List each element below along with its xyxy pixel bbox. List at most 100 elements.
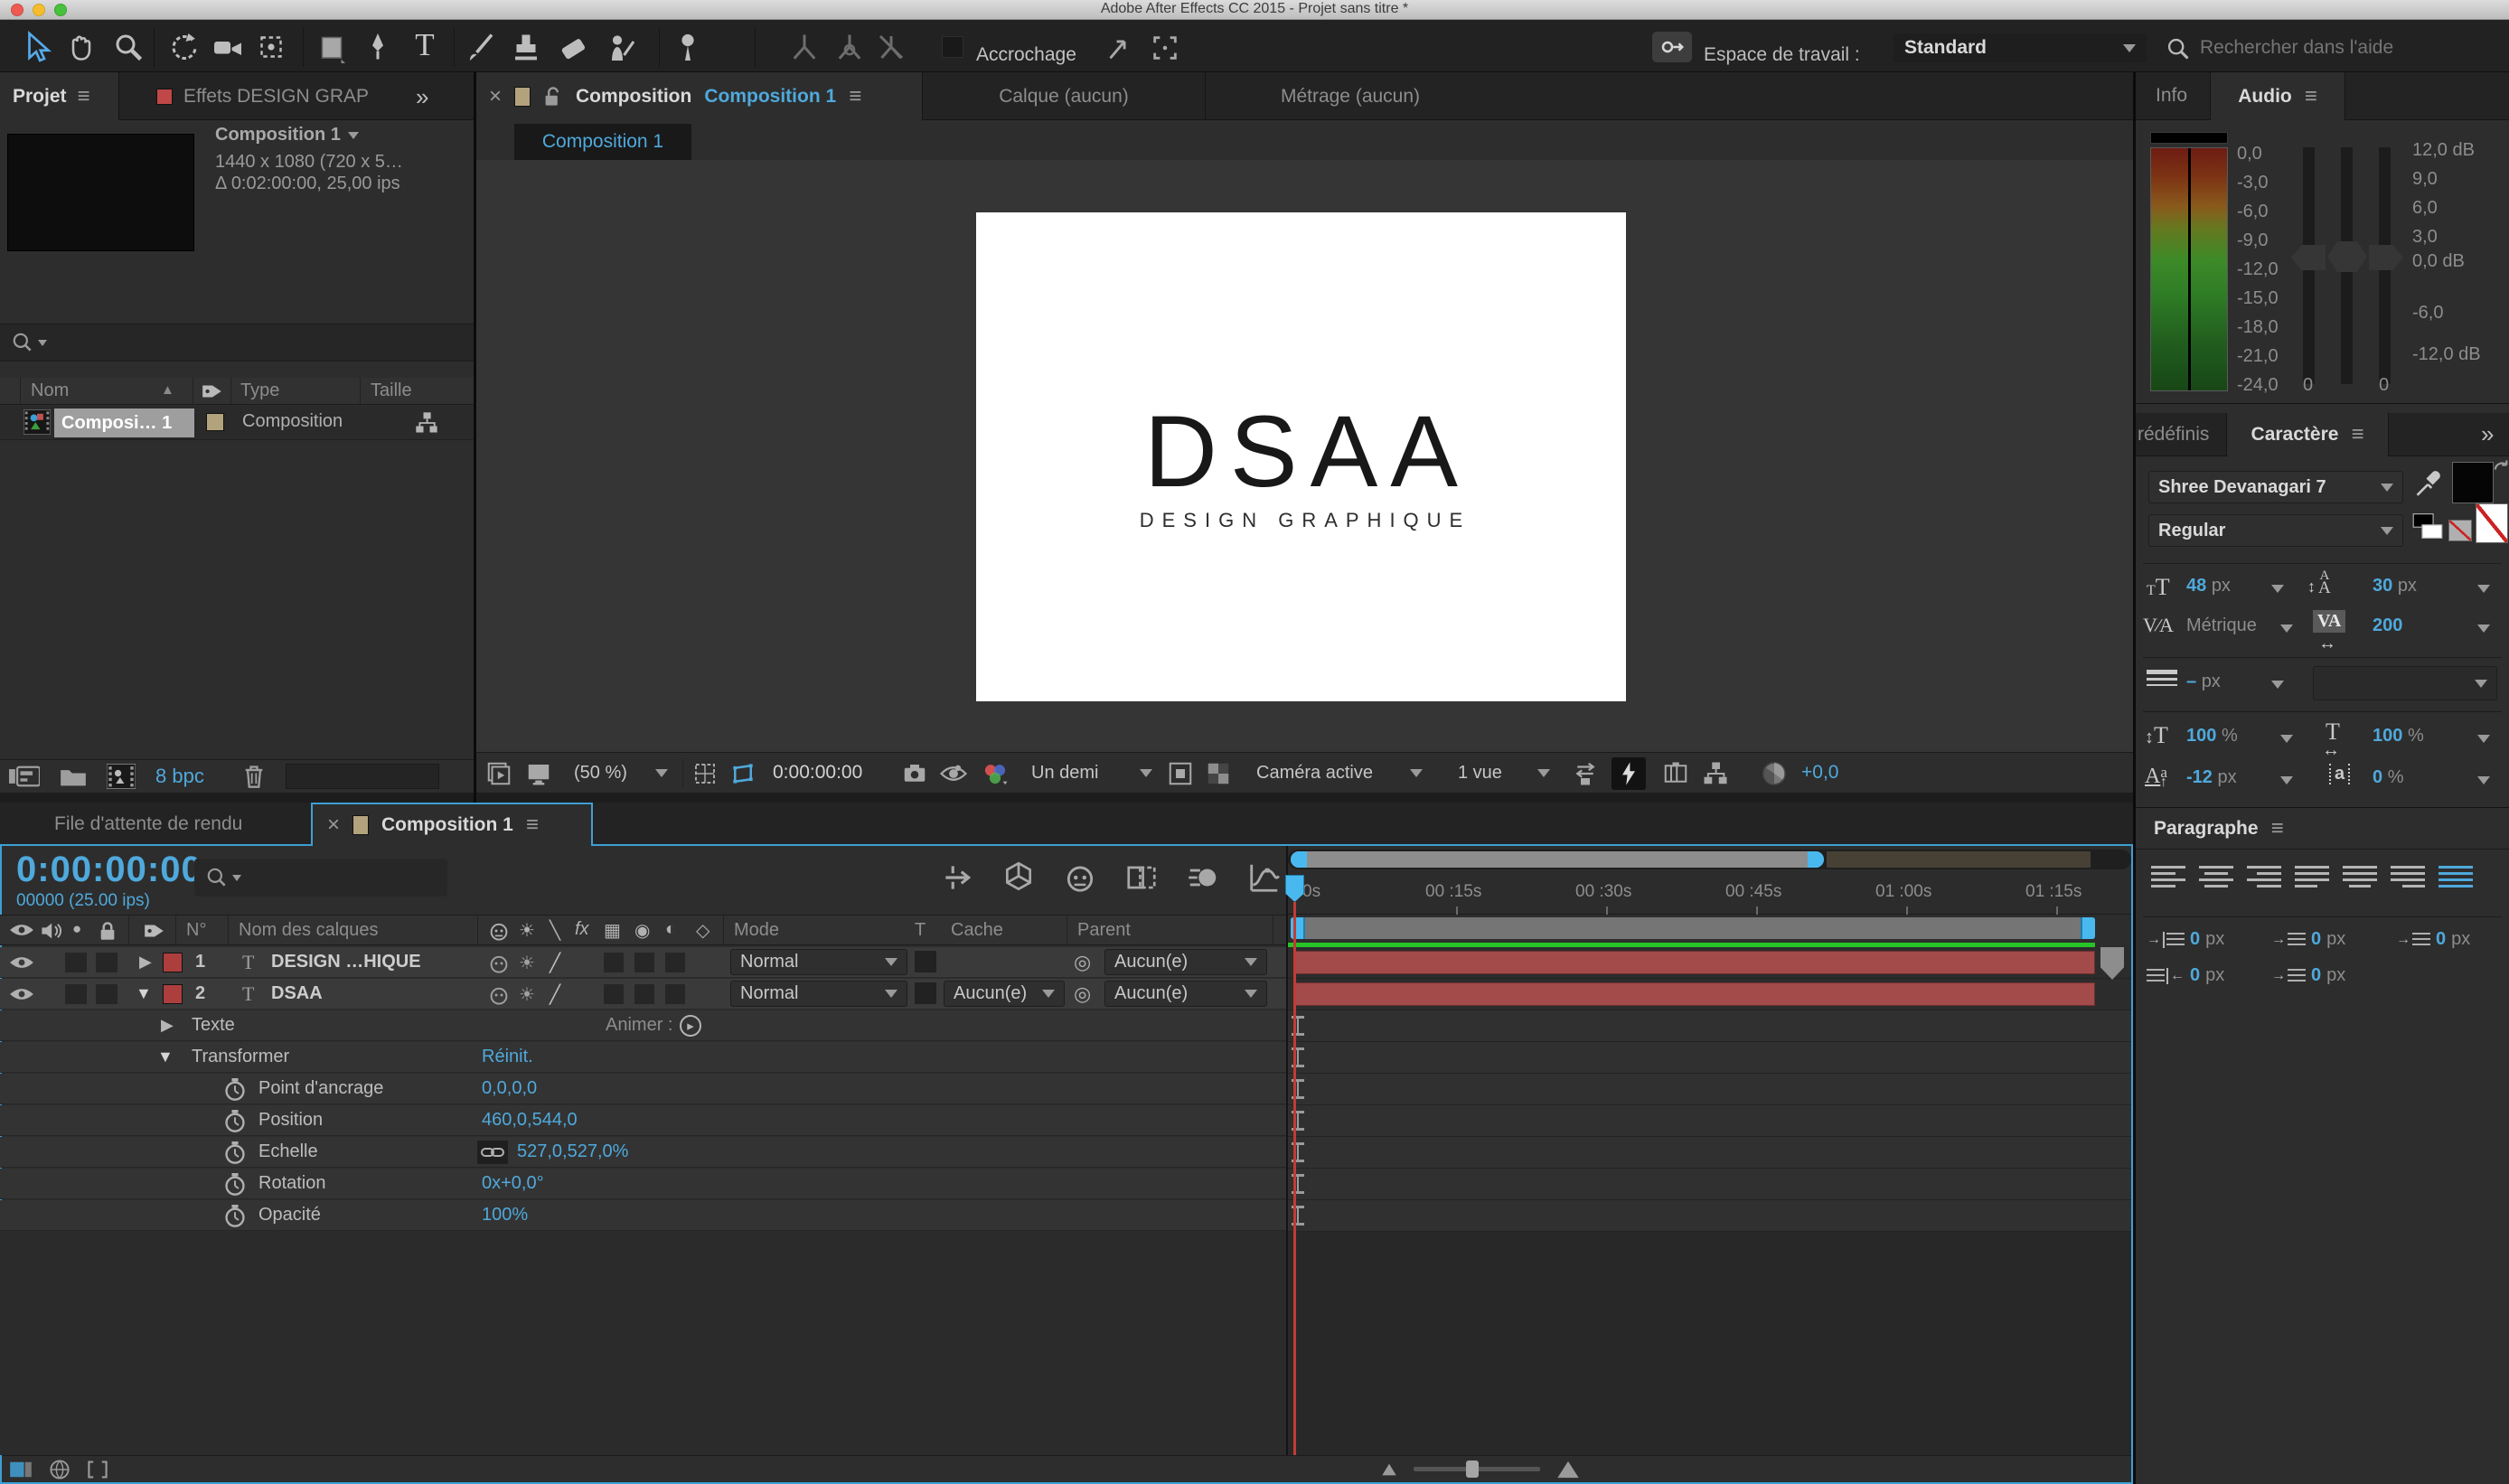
layer-color-swatch[interactable] [163,953,183,972]
layer-row[interactable]: ▼ 2 T DSAA ☀ ╱ Normal Aucun(e) ◎ Aucun(e… [0,979,1286,1010]
eyedropper-icon[interactable] [2412,469,2441,500]
nav-bar-left-handle[interactable] [1291,851,1307,868]
rotation-tool-button[interactable] [168,31,201,63]
workspace-select[interactable]: Standard [1893,33,2147,62]
magnification-dropdown[interactable]: (50 %) [567,758,675,788]
project-item-row[interactable]: Composi… 1 Composition [0,406,474,440]
audio-toggle[interactable] [65,953,87,972]
property-value[interactable]: 100% [482,1205,528,1226]
justify-last-right-button[interactable] [2388,860,2428,893]
region-of-interest-icon[interactable] [1167,760,1194,787]
parent-select[interactable]: Aucun(e) [1104,981,1267,1007]
justify-all-button[interactable] [2436,860,2476,893]
panel-overflow-icon[interactable]: » [2481,420,2494,448]
stopwatch-icon[interactable] [224,1078,246,1102]
kerning-caret[interactable] [2280,625,2293,633]
horizontal-scale-field[interactable]: 100 % [2373,726,2424,747]
column-type[interactable]: Type [240,380,279,401]
motion-blur-box[interactable] [634,984,654,1004]
new-folder-icon[interactable] [60,765,87,787]
panel-menu-icon[interactable]: ≡ [2305,86,2317,108]
property-value[interactable]: 0x+0,0° [482,1173,544,1194]
stopwatch-icon[interactable] [224,1205,246,1228]
timeline-search-input[interactable] [245,867,488,889]
align-right-button[interactable] [2244,860,2284,893]
snapshot-icon[interactable] [901,760,928,787]
composition-mini-flowchart-icon[interactable] [940,860,974,895]
pen-tool-button[interactable] [362,31,394,63]
pickwhip-icon[interactable]: ◎ [1074,982,1091,1006]
audio-toggle[interactable] [65,984,87,1004]
vertical-scale-field[interactable]: 100 % [2186,726,2238,747]
leading-caret[interactable] [2477,585,2490,593]
tab-project[interactable]: Projet ≡ [0,72,119,120]
property-row[interactable]: Echelle 527,0,527,0% [0,1137,1286,1168]
tab-audio[interactable]: Audio ≡ [2210,72,2345,120]
blend-mode-select[interactable]: Normal [730,981,907,1007]
close-tab-icon[interactable]: × [327,812,340,838]
collapse-toggle[interactable]: ☀ [519,952,535,974]
mask-shape-tool-button[interactable] [315,31,348,63]
lock-toggle[interactable] [96,953,117,972]
puppet-pin-tool-button[interactable] [672,31,704,63]
composition-canvas[interactable]: DSAA DESIGN GRAPHIQUE [976,212,1626,701]
property-row[interactable]: Point d'ancrage 0,0,0,0 [0,1074,1286,1104]
toggle-layer-switches-icon[interactable] [9,1460,33,1479]
eraser-tool-button[interactable] [557,31,589,63]
quality-toggle[interactable]: ╱ [550,952,560,974]
snap-frame-icon[interactable] [1150,33,1180,63]
column-cache[interactable]: Cache [951,920,1003,941]
panel-menu-icon[interactable]: ≡ [2351,424,2363,446]
show-channel-icon[interactable] [981,760,1010,787]
preserve-transparency-box[interactable] [915,951,936,972]
close-tab-icon[interactable]: × [489,84,502,109]
tab-timeline-composition[interactable]: × Composition 1 ≡ [311,803,593,846]
search-icon[interactable] [11,331,34,354]
font-size-field[interactable]: 48 px [2186,576,2231,596]
motion-blur-icon[interactable] [1186,860,1220,895]
pickwhip-icon[interactable]: ◎ [1074,951,1091,974]
leading-field[interactable]: 30 px [2373,576,2417,596]
swap-fill-stroke-icon[interactable] [2492,458,2509,476]
new-composition-icon[interactable] [107,764,136,789]
tab-info[interactable]: Info [2156,85,2187,107]
timeline-button-icon[interactable] [1662,760,1689,787]
eye-toggle[interactable] [9,954,34,971]
horizontal-scale-caret[interactable] [2477,735,2490,743]
kerning-field[interactable]: Métrique [2186,615,2257,636]
project-comp-title-row[interactable]: Composition 1 [215,125,359,146]
layer-color-swatch[interactable] [163,984,183,1004]
tab-footage-viewer[interactable]: Métrage (aucun) [1206,72,1495,120]
audio-vu-meter[interactable] [2150,147,2228,391]
layer-name[interactable]: DSAA [271,983,323,1004]
baseline-shift-field[interactable]: -12 px [2186,767,2237,788]
panel-menu-icon[interactable]: ≡ [78,86,90,108]
zoom-tool-button[interactable] [112,31,145,63]
indent-first-line-field[interactable]: → 0px [2271,929,2345,950]
view-layout-dropdown[interactable]: 1 vue [1451,758,1557,788]
trash-icon[interactable] [242,764,266,789]
audio-balance-handle[interactable] [2327,241,2367,272]
stopwatch-icon[interactable] [224,1173,246,1197]
axis-world-icon[interactable] [833,31,866,63]
brush-tool-button[interactable] [465,31,497,63]
column-layer-name[interactable]: Nom des calques [239,920,379,941]
indent-right-field[interactable]: ← 0px [2147,965,2224,986]
tsume-field[interactable]: 0 % [2373,767,2403,788]
animate-button[interactable]: ▸ [680,1015,701,1037]
property-value[interactable]: 460,0,544,0 [482,1110,578,1131]
fast-previews-icon[interactable] [1612,757,1646,790]
property-row[interactable]: Position 460,0,544,0 [0,1105,1286,1136]
layer-expander[interactable]: ▼ [136,984,152,1003]
fill-color-swatch[interactable] [2452,462,2494,503]
tab-paragraph-label[interactable]: Paragraphe [2154,818,2259,840]
mask-visibility-icon[interactable] [729,760,756,787]
layer-name[interactable]: DESIGN …HIQUE [271,952,421,972]
reset-button[interactable]: Réinit. [482,1047,533,1067]
hide-shy-layers-icon[interactable] [1063,860,1097,895]
parent-select[interactable]: Aucun(e) [1104,949,1267,975]
grid-guides-icon[interactable] [691,760,719,787]
preserve-transparency-box[interactable] [915,982,936,1004]
axis-local-icon[interactable] [788,31,821,63]
layer-row[interactable]: ▶ 1 T DESIGN …HIQUE ☀ ╱ Normal ◎ Aucun(e… [0,947,1286,978]
